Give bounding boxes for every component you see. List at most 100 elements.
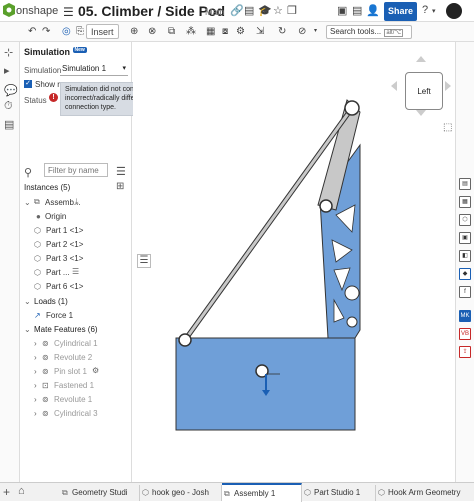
download-icon[interactable]: ⤓ — [75, 197, 79, 207]
list-item[interactable]: Part 2 <1> — [46, 240, 83, 249]
tab-geometry-studio[interactable]: ⧉ Geometry Studi — [60, 485, 140, 501]
document-icon[interactable]: ▤ — [244, 4, 254, 17]
onshape-logo-icon — [3, 3, 15, 17]
chevron-right-icon[interactable]: › — [34, 339, 37, 348]
linear-mate-icon[interactable]: ⇲ — [256, 24, 264, 39]
chevron-down-icon[interactable]: ▾ — [432, 7, 436, 15]
chevron-right-icon[interactable]: › — [34, 395, 37, 404]
variable-icon[interactable]: f — [459, 286, 471, 298]
chevron-right-icon[interactable]: › — [34, 409, 37, 418]
chevron-right-icon[interactable]: › — [34, 367, 37, 376]
chevron-down-icon[interactable]: ⌄ — [24, 198, 31, 207]
comments-icon[interactable]: 💬 — [4, 84, 18, 97]
list-item[interactable]: Force 1 — [46, 311, 73, 320]
filter-icon[interactable]: ▸ — [4, 64, 10, 77]
pivot-joint[interactable] — [344, 100, 360, 116]
list-item[interactable]: Part 1 <1> — [46, 226, 83, 235]
star-icon[interactable]: ☆ — [273, 4, 283, 17]
menu-icon[interactable]: ☰ — [63, 5, 74, 19]
insert-icon[interactable]: ⊹ — [4, 46, 13, 59]
document-title[interactable]: 05. Climber / Side Pod — [78, 3, 225, 19]
simulation-select[interactable]: Simulation 1 ▾ — [60, 62, 128, 76]
render-icon[interactable]: ▦ — [459, 196, 471, 208]
list-item[interactable]: Origin — [45, 212, 66, 221]
mk-app-icon[interactable]: MK — [459, 310, 471, 322]
filter-by-name-input[interactable] — [44, 163, 108, 177]
add-folder-icon[interactable]: ⊞ — [116, 181, 124, 192]
revolute-mate-icon: ⊚ — [42, 353, 49, 362]
caret-down-icon: ▾ — [122, 65, 126, 72]
animate-icon[interactable]: ↻ — [278, 24, 286, 39]
tab-assembly-1[interactable]: ⧉ Assembly 1 — [222, 483, 302, 502]
appearance-icon[interactable]: ▤ — [459, 178, 471, 190]
list-item[interactable]: Part 3 <1> — [46, 254, 83, 263]
section-view-icon[interactable]: ▣ — [459, 232, 471, 244]
list-item[interactable]: Cylindrical 1 — [54, 339, 98, 348]
export-icon[interactable]: ⇪ — [459, 346, 471, 358]
pattern-icon[interactable]: ⁂ — [186, 24, 196, 39]
insert-button[interactable]: Insert — [86, 24, 119, 39]
add-tab-icon[interactable]: + — [3, 485, 10, 499]
replicate-icon[interactable]: ⧉ — [168, 24, 175, 39]
branch-label[interactable]: Main — [205, 7, 225, 17]
bookmark-icon[interactable]: ❐ — [287, 4, 297, 17]
settings-icon[interactable]: ⚙ — [92, 366, 99, 375]
list-view-icon[interactable]: ☰ — [116, 165, 126, 178]
user-icon[interactable]: 👤 — [366, 4, 380, 17]
pin-slot-icon[interactable]: ⧇ — [222, 24, 228, 39]
tab-hook-geo[interactable]: ⬡ hook geo - Josh — [140, 485, 222, 501]
tree-toggle-icon[interactable]: ☰ — [137, 254, 151, 268]
vb-app-icon[interactable]: VB — [459, 328, 471, 340]
part-icon: ⬡ — [34, 268, 41, 277]
part-icon: ⬡ — [34, 240, 41, 249]
list-item[interactable]: Fastened 1 — [54, 381, 94, 390]
pivot-joint[interactable] — [319, 199, 333, 213]
origin-icon: ● — [36, 212, 41, 221]
show-results-checkbox[interactable]: ✓ — [24, 80, 32, 88]
list-item[interactable]: Revolute 1 — [54, 395, 92, 404]
list-item[interactable]: Part ... — [46, 268, 70, 277]
home-icon[interactable]: ⌂ — [18, 485, 25, 497]
avatar[interactable] — [446, 3, 462, 19]
graduation-cap-icon[interactable]: 🎓 — [258, 4, 272, 17]
chevron-down-icon[interactable]: ▾ — [314, 24, 317, 39]
tab-part-studio-1[interactable]: ⬡ Part Studio 1 — [302, 485, 376, 501]
tab-hook-arm-geometry[interactable]: ⬡ Hook Arm Geometry — [376, 485, 474, 501]
explode-icon[interactable]: ⊘ — [298, 24, 306, 39]
variables-icon[interactable]: ▤ — [4, 118, 14, 131]
search-tools-input[interactable]: Search tools... alt/⌥ c — [326, 25, 412, 50]
right-icon-rail: ▤ ▦ ⬡ ▣ ◧ ◆ f MK VB ⇪ — [455, 42, 474, 482]
redo-icon[interactable]: ↷ — [42, 24, 50, 39]
chat-icon[interactable]: ▤ — [352, 4, 362, 17]
list-item[interactable]: Revolute 2 — [54, 353, 92, 362]
blue-part-icon[interactable]: ◆ — [459, 268, 471, 280]
chevron-down-icon[interactable]: ⌄ — [24, 297, 31, 306]
fastened-mate-icon[interactable]: ⊗ — [148, 24, 156, 39]
mate-group-icon[interactable]: ▦ — [206, 24, 215, 39]
measure-icon[interactable]: ◧ — [459, 250, 471, 262]
undo-icon[interactable]: ↶ — [28, 24, 36, 39]
notifications-icon[interactable]: ▣ — [337, 4, 347, 17]
chevron-down-icon[interactable]: ⌄ — [24, 325, 31, 334]
assembly-icon: ⧉ — [34, 197, 40, 206]
mate-features-header: Mate Features (6) — [34, 325, 98, 334]
cube-icon[interactable]: ⬡ — [459, 214, 471, 226]
funnel-icon[interactable]: ⚲ — [24, 166, 32, 179]
timer-icon[interactable]: ⏱ — [4, 100, 13, 113]
share-button[interactable]: Share — [384, 2, 417, 21]
list-item[interactable]: Cylindrical 3 — [54, 409, 98, 418]
list-item[interactable]: Pin slot 1 — [54, 367, 87, 376]
pivot-joint[interactable] — [178, 333, 192, 347]
chevron-right-icon[interactable]: › — [34, 381, 37, 390]
view-options-icon[interactable]: ⬚ — [443, 122, 452, 133]
viewcube-face[interactable]: Left — [405, 72, 443, 110]
paste-icon[interactable]: ⎘ — [76, 24, 84, 39]
list-item[interactable]: Part 6 <1> — [46, 282, 83, 291]
pin-slot-mate-icon: ⊚ — [42, 367, 49, 376]
link-icon[interactable]: 🔗 — [230, 4, 244, 17]
mate-connector-icon[interactable]: ⊕ — [130, 24, 138, 39]
copy-icon[interactable]: ◎ — [62, 24, 71, 39]
help-icon[interactable]: ? — [422, 4, 428, 16]
chevron-right-icon[interactable]: › — [34, 353, 37, 362]
gear-icon[interactable]: ⚙ — [236, 24, 245, 39]
